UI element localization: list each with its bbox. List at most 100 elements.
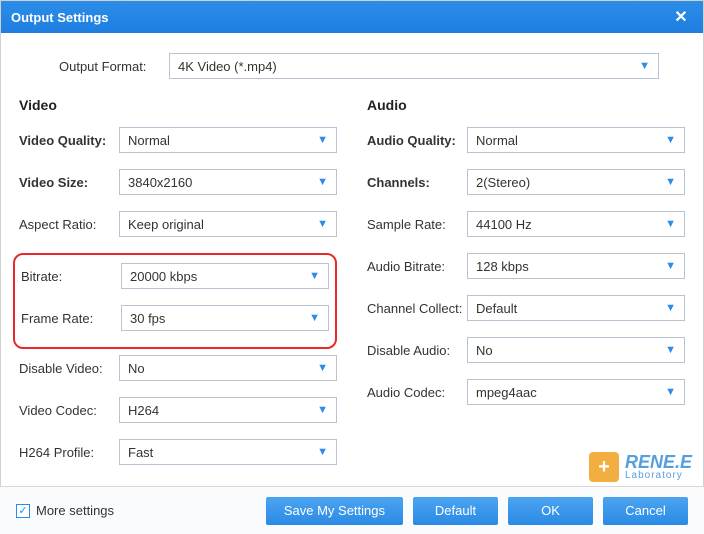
video-section-title: Video	[19, 97, 337, 113]
disable-video-select[interactable]: No ▼	[119, 355, 337, 381]
output-format-value: 4K Video (*.mp4)	[178, 59, 277, 74]
aspect-ratio-field: Aspect Ratio: Keep original ▼	[19, 211, 337, 237]
save-my-settings-button[interactable]: Save My Settings	[266, 497, 403, 525]
audio-bitrate-select[interactable]: 128 kbps ▼	[467, 253, 685, 279]
channel-collect-label: Channel Collect:	[367, 301, 467, 316]
video-quality-label: Video Quality:	[19, 133, 119, 148]
content-area: Output Format: 4K Video (*.mp4) ▼ Video …	[1, 33, 703, 481]
audio-codec-value: mpeg4aac	[476, 385, 537, 400]
aspect-ratio-value: Keep original	[128, 217, 204, 232]
audio-section-title: Audio	[367, 97, 685, 113]
disable-video-value: No	[128, 361, 145, 376]
ok-button[interactable]: OK	[508, 497, 593, 525]
h264-profile-value: Fast	[128, 445, 153, 460]
more-settings-label: More settings	[36, 503, 114, 518]
watermark-logo: + RENE.E Laboratory	[589, 452, 692, 482]
video-quality-field: Video Quality: Normal ▼	[19, 127, 337, 153]
channels-label: Channels:	[367, 175, 467, 190]
chevron-down-icon: ▼	[639, 60, 650, 72]
video-size-select[interactable]: 3840x2160 ▼	[119, 169, 337, 195]
sample-rate-label: Sample Rate:	[367, 217, 467, 232]
chevron-down-icon: ▼	[665, 134, 676, 146]
video-quality-select[interactable]: Normal ▼	[119, 127, 337, 153]
channels-field: Channels: 2(Stereo) ▼	[367, 169, 685, 195]
watermark-text: RENE.E Laboratory	[625, 453, 692, 481]
audio-bitrate-field: Audio Bitrate: 128 kbps ▼	[367, 253, 685, 279]
channel-collect-field: Channel Collect: Default ▼	[367, 295, 685, 321]
chevron-down-icon: ▼	[665, 176, 676, 188]
video-column: Video Video Quality: Normal ▼ Video Size…	[19, 97, 337, 481]
video-codec-label: Video Codec:	[19, 403, 119, 418]
window-title: Output Settings	[11, 10, 109, 25]
h264-profile-select[interactable]: Fast ▼	[119, 439, 337, 465]
sample-rate-select[interactable]: 44100 Hz ▼	[467, 211, 685, 237]
video-codec-value: H264	[128, 403, 159, 418]
output-format-row: Output Format: 4K Video (*.mp4) ▼	[59, 53, 685, 79]
chevron-down-icon: ▼	[665, 302, 676, 314]
channel-collect-value: Default	[476, 301, 517, 316]
disable-video-field: Disable Video: No ▼	[19, 355, 337, 381]
output-format-label: Output Format:	[59, 59, 169, 74]
audio-quality-field: Audio Quality: Normal ▼	[367, 127, 685, 153]
aspect-ratio-label: Aspect Ratio:	[19, 217, 119, 232]
channels-value: 2(Stereo)	[476, 175, 530, 190]
highlight-box: Bitrate: 20000 kbps ▼ Frame Rate: 30 fps…	[13, 253, 337, 349]
bitrate-field: Bitrate: 20000 kbps ▼	[21, 263, 329, 289]
video-codec-field: Video Codec: H264 ▼	[19, 397, 337, 423]
bitrate-label: Bitrate:	[21, 269, 121, 284]
chevron-down-icon: ▼	[309, 270, 320, 282]
default-button[interactable]: Default	[413, 497, 498, 525]
chevron-down-icon: ▼	[665, 260, 676, 272]
footer-bar: ✓ More settings Save My Settings Default…	[0, 486, 704, 534]
chevron-down-icon: ▼	[317, 446, 328, 458]
watermark-sub: Laboratory	[625, 471, 692, 481]
settings-columns: Video Video Quality: Normal ▼ Video Size…	[19, 97, 685, 481]
chevron-down-icon: ▼	[317, 362, 328, 374]
titlebar: Output Settings ✕	[1, 1, 703, 33]
frame-rate-value: 30 fps	[130, 311, 165, 326]
video-quality-value: Normal	[128, 133, 170, 148]
disable-audio-select[interactable]: No ▼	[467, 337, 685, 363]
audio-bitrate-label: Audio Bitrate:	[367, 259, 467, 274]
audio-quality-label: Audio Quality:	[367, 133, 467, 148]
chevron-down-icon: ▼	[309, 312, 320, 324]
h264-profile-label: H264 Profile:	[19, 445, 119, 460]
audio-bitrate-value: 128 kbps	[476, 259, 529, 274]
audio-quality-value: Normal	[476, 133, 518, 148]
audio-codec-label: Audio Codec:	[367, 385, 467, 400]
chevron-down-icon: ▼	[317, 176, 328, 188]
video-size-label: Video Size:	[19, 175, 119, 190]
checkbox-icon: ✓	[16, 504, 30, 518]
chevron-down-icon: ▼	[317, 404, 328, 416]
h264-profile-field: H264 Profile: Fast ▼	[19, 439, 337, 465]
video-codec-select[interactable]: H264 ▼	[119, 397, 337, 423]
frame-rate-label: Frame Rate:	[21, 311, 121, 326]
aspect-ratio-select[interactable]: Keep original ▼	[119, 211, 337, 237]
bitrate-select[interactable]: 20000 kbps ▼	[121, 263, 329, 289]
frame-rate-select[interactable]: 30 fps ▼	[121, 305, 329, 331]
channel-collect-select[interactable]: Default ▼	[467, 295, 685, 321]
chevron-down-icon: ▼	[317, 134, 328, 146]
more-settings-checkbox[interactable]: ✓ More settings	[16, 503, 114, 518]
chevron-down-icon: ▼	[665, 386, 676, 398]
audio-quality-select[interactable]: Normal ▼	[467, 127, 685, 153]
cancel-button[interactable]: Cancel	[603, 497, 688, 525]
chevron-down-icon: ▼	[317, 218, 328, 230]
audio-column: Audio Audio Quality: Normal ▼ Channels: …	[367, 97, 685, 481]
output-format-select[interactable]: 4K Video (*.mp4) ▼	[169, 53, 659, 79]
bitrate-value: 20000 kbps	[130, 269, 197, 284]
channels-select[interactable]: 2(Stereo) ▼	[467, 169, 685, 195]
disable-audio-label: Disable Audio:	[367, 343, 467, 358]
sample-rate-value: 44100 Hz	[476, 217, 532, 232]
audio-codec-select[interactable]: mpeg4aac ▼	[467, 379, 685, 405]
audio-codec-field: Audio Codec: mpeg4aac ▼	[367, 379, 685, 405]
close-icon[interactable]: ✕	[669, 5, 693, 29]
video-size-field: Video Size: 3840x2160 ▼	[19, 169, 337, 195]
sample-rate-field: Sample Rate: 44100 Hz ▼	[367, 211, 685, 237]
chevron-down-icon: ▼	[665, 344, 676, 356]
footer-buttons: Save My Settings Default OK Cancel	[266, 497, 688, 525]
disable-video-label: Disable Video:	[19, 361, 119, 376]
chevron-down-icon: ▼	[665, 218, 676, 230]
disable-audio-field: Disable Audio: No ▼	[367, 337, 685, 363]
disable-audio-value: No	[476, 343, 493, 358]
